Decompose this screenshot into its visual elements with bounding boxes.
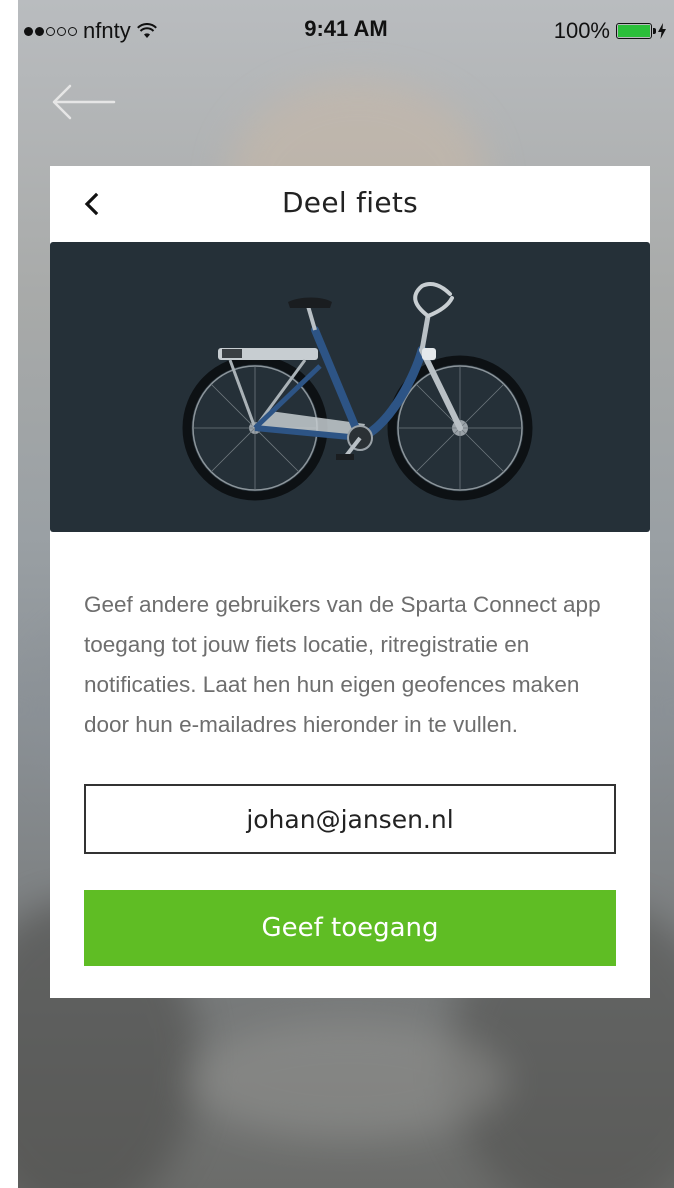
battery-icon [616,23,656,39]
arrow-left-icon[interactable] [48,82,118,122]
battery-tip [653,28,656,34]
status-bar: nfnty 9:41 AM 100% [18,0,674,43]
charging-bolt-icon [658,23,666,39]
bike-image-panel [50,242,650,532]
background-blur [188,1020,508,1140]
email-input[interactable]: johan@jansen.nl [84,784,616,854]
grant-access-button[interactable]: Geef toegang [84,890,616,966]
share-bike-dialog: Deel fiets Geef andere gebruikers van de… [50,166,650,998]
app-screen: nfnty 9:41 AM 100% Deel fiets Geef ander… [18,0,674,1188]
battery-level [618,25,650,37]
dialog-title: Deel fiets [281,186,419,219]
share-description: Geef andere gebruikers van de Sparta Con… [84,591,601,737]
battery-group: 100% [554,18,666,44]
dialog-header: Deel fiets [50,166,650,242]
battery-percentage: 100% [553,18,610,43]
bike-image [182,282,533,501]
